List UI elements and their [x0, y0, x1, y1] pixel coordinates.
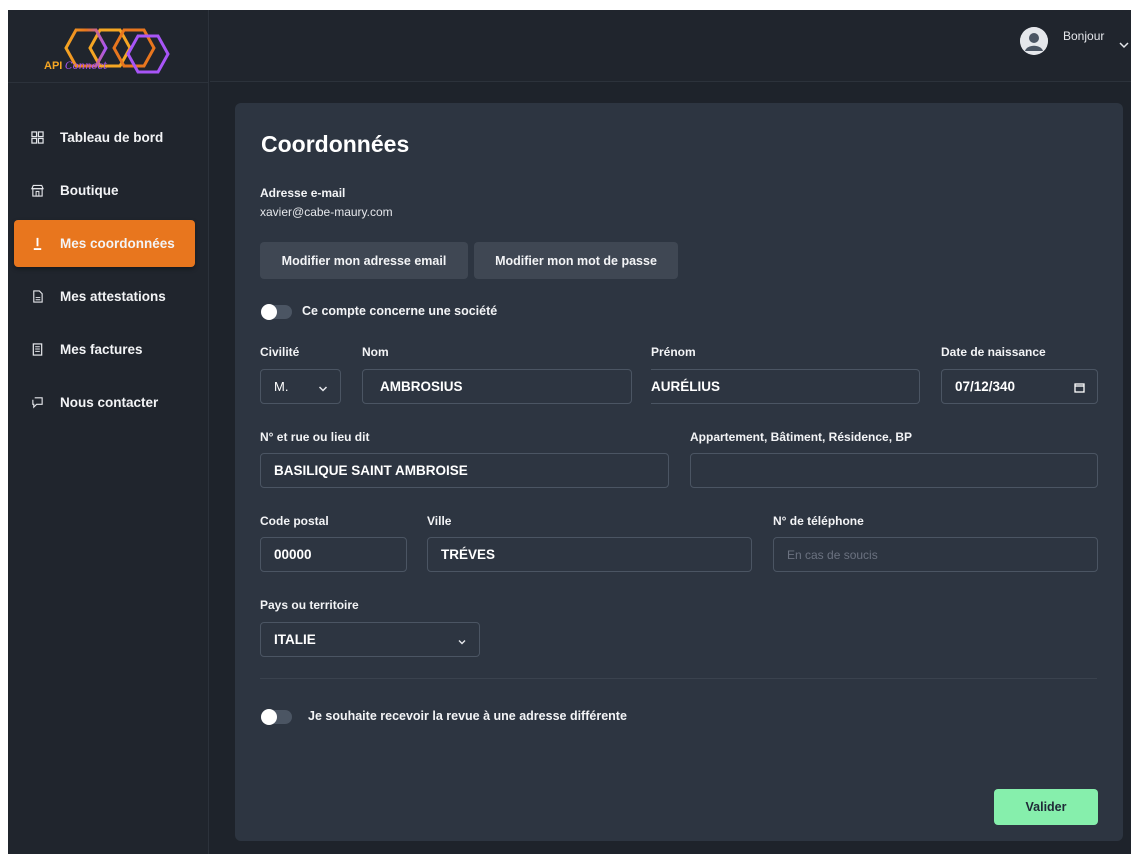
- details-card: Coordonnées Adresse e-mail xavier@cabe-m…: [235, 103, 1123, 841]
- sidebar-item-label: Mes factures: [60, 342, 143, 357]
- sidebar-item-label: Tableau de bord: [60, 130, 164, 145]
- city-label: Ville: [427, 514, 452, 528]
- first-name-field[interactable]: AURÉLIUS: [651, 369, 920, 404]
- svg-text:Connect: Connect: [65, 61, 108, 72]
- birth-date-field[interactable]: 07/12/340: [941, 369, 1098, 404]
- company-toggle-label: Ce compte concerne une société: [302, 304, 498, 318]
- toggle-knob: [261, 709, 277, 725]
- country-select[interactable]: ITALIE: [260, 622, 480, 657]
- dashboard-icon: [30, 131, 44, 145]
- sidebar-item-label: Boutique: [60, 183, 119, 198]
- chevron-down-icon: [457, 635, 467, 645]
- chevron-down-icon[interactable]: [1118, 38, 1130, 50]
- different-address-toggle-label: Je souhaite recevoir la revue à une adre…: [308, 709, 627, 723]
- last-name-value: AMBROSIUS: [380, 379, 463, 394]
- phone-placeholder: En cas de soucis: [787, 547, 878, 562]
- sidebar-item-contact[interactable]: Nous contacter: [14, 379, 195, 426]
- sidebar-item-label: Mes attestations: [60, 289, 166, 304]
- country-value: ITALIE: [274, 632, 316, 647]
- city-value: TRÉVES: [441, 547, 496, 562]
- last-name-field[interactable]: AMBROSIUS: [362, 369, 632, 404]
- api-connect-logo[interactable]: API Connect: [36, 20, 176, 86]
- civility-label: Civilité: [260, 345, 300, 359]
- apartment-field[interactable]: [690, 453, 1098, 488]
- logo-divider: [8, 82, 209, 83]
- user-greeting[interactable]: Bonjour: [1063, 29, 1104, 43]
- page-title: Coordonnées: [261, 131, 410, 157]
- sidebar-item-shop[interactable]: Boutique: [14, 167, 195, 214]
- top-header: Bonjour: [210, 10, 1131, 82]
- apartment-label: Appartement, Bâtiment, Résidence, BP: [690, 430, 913, 444]
- sidebar-item-dashboard[interactable]: Tableau de bord: [14, 114, 195, 161]
- sidebar: API Connect Tableau de bord Boutique Mes…: [8, 10, 209, 854]
- phone-field[interactable]: En cas de soucis: [773, 537, 1098, 572]
- phone-label: N° de téléphone: [773, 514, 864, 528]
- country-label: Pays ou territoire: [260, 598, 359, 612]
- user-icon: [30, 237, 44, 251]
- sidebar-item-my-details[interactable]: Mes coordonnées: [14, 220, 195, 267]
- sidebar-item-label: Nous contacter: [60, 395, 159, 410]
- civility-select[interactable]: M.: [260, 369, 341, 404]
- calendar-icon[interactable]: [1074, 381, 1085, 393]
- submit-button[interactable]: Valider: [994, 789, 1098, 825]
- invoice-icon: [30, 343, 44, 357]
- chevron-down-icon: [318, 382, 328, 392]
- birth-date-label: Date de naissance: [941, 345, 1046, 359]
- svg-text:API: API: [44, 60, 62, 72]
- sidebar-item-invoices[interactable]: Mes factures: [14, 326, 195, 373]
- section-divider: [260, 678, 1097, 679]
- street-value: BASILIQUE SAINT AMBROISE: [274, 463, 468, 478]
- user-avatar-icon[interactable]: [1020, 27, 1048, 55]
- sidebar-item-certificates[interactable]: Mes attestations: [14, 273, 195, 320]
- email-label: Adresse e-mail: [260, 186, 346, 200]
- birth-date-value: 07/12/340: [955, 379, 1016, 394]
- shop-icon: [30, 184, 44, 198]
- change-password-button[interactable]: Modifier mon mot de passe: [474, 242, 678, 279]
- app-window: API Connect Tableau de bord Boutique Mes…: [8, 10, 1131, 854]
- email-value: xavier@cabe-maury.com: [260, 205, 393, 219]
- change-email-button[interactable]: Modifier mon adresse email: [260, 242, 468, 279]
- first-name-value: AURÉLIUS: [651, 379, 721, 394]
- company-toggle[interactable]: [261, 304, 292, 320]
- document-icon: [30, 290, 44, 304]
- street-field[interactable]: BASILIQUE SAINT AMBROISE: [260, 453, 669, 488]
- postal-code-label: Code postal: [260, 514, 329, 528]
- toggle-knob: [261, 304, 277, 320]
- postal-code-value: 00000: [274, 547, 312, 562]
- last-name-label: Nom: [362, 345, 389, 359]
- first-name-label: Prénom: [651, 345, 696, 359]
- street-label: N° et rue ou lieu dit: [260, 430, 370, 444]
- city-field[interactable]: TRÉVES: [427, 537, 752, 572]
- sidebar-item-label: Mes coordonnées: [60, 236, 175, 251]
- chat-icon: [30, 396, 44, 410]
- postal-code-field[interactable]: 00000: [260, 537, 407, 572]
- different-address-toggle[interactable]: [261, 709, 292, 725]
- civility-value: M.: [274, 379, 289, 394]
